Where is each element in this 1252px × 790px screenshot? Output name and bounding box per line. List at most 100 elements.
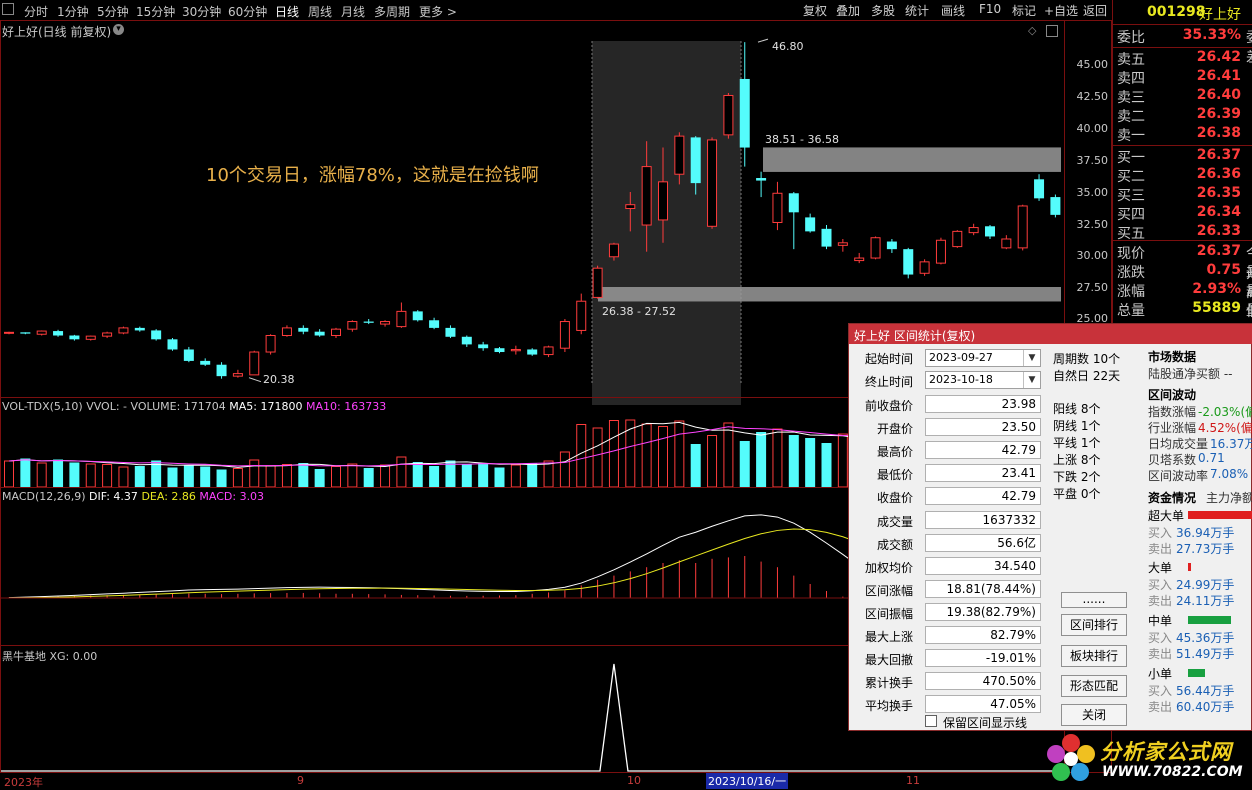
window-toggle-icon[interactable]	[1046, 25, 1058, 37]
cursor-date-label: 2023/10/16/一	[706, 773, 789, 789]
fund-sell-value: 24.11万手	[1176, 594, 1235, 608]
stat-field-label: 开盘价	[876, 422, 913, 437]
period-tab-weekly[interactable]: 周线	[308, 3, 332, 20]
upper-gap-label: 38.51 - 36.58	[765, 133, 839, 146]
order-ratio-label: 委比	[1117, 30, 1145, 46]
chart-title: 好上好(日线 前复权)	[2, 25, 112, 39]
vvol-value: VVOL: -	[86, 400, 128, 413]
chart-menu-icon[interactable]: ▾	[113, 24, 124, 35]
period-tab-30min[interactable]: 30分钟	[182, 3, 221, 20]
keep-range-checkbox[interactable]	[925, 715, 937, 727]
start-time-label: 起始时间	[864, 352, 913, 366]
volatility-title: 区间波动	[1148, 388, 1197, 402]
mark-button[interactable]: 标记	[1012, 2, 1036, 19]
stat-field-value[interactable]: 18.81(78.44%)	[925, 579, 1041, 598]
period-tab-multi[interactable]: 多周期	[374, 3, 410, 20]
divider	[1113, 47, 1252, 48]
y-tick: 35.00	[1076, 186, 1109, 199]
sector-rank-button[interactable]: 板块排行	[1061, 645, 1127, 667]
fund-buy-label: 买入	[1148, 631, 1173, 645]
stat-field-value[interactable]: 23.41	[925, 464, 1041, 483]
stat-row: 涨幅2.93%最低	[1113, 281, 1252, 320]
stat-field-value[interactable]: 23.50	[925, 418, 1041, 437]
overlay-button[interactable]: 叠加	[836, 2, 860, 19]
stat-field-value[interactable]: 42.79	[925, 487, 1041, 506]
y-tick: 40.00	[1076, 122, 1109, 135]
stat-field-value[interactable]: 82.79%	[925, 626, 1041, 644]
watermark: 分析家公式网 WWW.70822.COM	[1046, 732, 1252, 788]
fund-buy-label: 买入	[1148, 526, 1173, 540]
fund-sell-label: 卖出	[1148, 594, 1173, 608]
stat-value: 0.75	[1206, 262, 1241, 278]
expand-icon[interactable]	[2, 3, 14, 15]
stat-field-value[interactable]: 19.38(82.79%)	[925, 602, 1041, 621]
period-tab-15min[interactable]: 15分钟	[136, 3, 175, 20]
stat-field-value[interactable]: 56.6亿	[925, 533, 1041, 552]
volatility-value: 0.71	[1198, 451, 1225, 465]
bid-row: 买五 26.33	[1113, 223, 1252, 242]
range-stats-dialog: 好上好 区间统计(复权) 起始时间 2023-09-27 ▼ 终止时间 2023…	[848, 323, 1252, 731]
xg-legend: 黑牛基地 XG: 0.00	[2, 648, 97, 664]
flower-logo-icon	[1047, 734, 1095, 781]
natural-days: 自然日 22天	[1053, 369, 1121, 383]
volatility-label: 日均成交量	[1148, 437, 1209, 451]
chevron-down-icon[interactable]: ▼	[1023, 350, 1040, 366]
period-tab-more[interactable]: 更多 >	[419, 3, 457, 20]
ask-label: 卖一	[1117, 128, 1145, 144]
add-favorite-button[interactable]: +自选	[1044, 2, 1078, 19]
period-tab-60min[interactable]: 60分钟	[228, 3, 267, 20]
volatility-value: 4.52%(偏	[1198, 421, 1252, 435]
fund-buy-value: 36.94万手	[1176, 526, 1235, 540]
period-tab-daily[interactable]: 日线	[275, 3, 299, 20]
candle-count: 平盘 0个	[1053, 487, 1101, 501]
macd-value: MACD: 3.03	[199, 490, 265, 503]
back-button[interactable]: 返回	[1083, 2, 1107, 19]
bid-label: 买三	[1117, 188, 1145, 204]
fund-bar	[1188, 563, 1191, 571]
stat-field-value[interactable]: 34.540	[925, 556, 1041, 575]
range-rank-button[interactable]: 区间排行	[1061, 614, 1127, 636]
date-label: 10	[627, 774, 641, 787]
stat-field-value[interactable]: 42.79	[925, 441, 1041, 460]
end-time-select[interactable]: 2023-10-18 ▼	[925, 371, 1041, 389]
pattern-match-button[interactable]: 形态匹配	[1061, 675, 1127, 697]
end-time-label: 终止时间	[864, 375, 913, 389]
ask-row: 卖四 26.41	[1113, 68, 1252, 87]
fund-buy-value: 56.44万手	[1176, 684, 1235, 698]
candle-count: 阴线 1个	[1053, 419, 1101, 433]
stat-field-label: 成交额	[876, 537, 913, 552]
stat-field-label: 成交量	[876, 514, 913, 529]
stat-field-value[interactable]: -19.01%	[925, 649, 1041, 668]
stat-field-value[interactable]: 1637332	[925, 510, 1041, 529]
diamond-icon[interactable]: ◇	[1028, 24, 1036, 37]
close-button[interactable]: 关闭	[1061, 704, 1127, 726]
period-tab-5min[interactable]: 5分钟	[97, 3, 129, 20]
y-tick: 42.50	[1076, 90, 1109, 103]
stat-field-value[interactable]: 23.98	[925, 395, 1041, 413]
bid-price: 26.37	[1196, 147, 1241, 163]
dialog-title-bar[interactable]: 好上好 区间统计(复权)	[849, 324, 1252, 344]
volume-legend: VOL-TDX(5,10) VVOL: - VOLUME: 171704 MA5…	[2, 400, 386, 413]
more-button[interactable]: ......	[1061, 592, 1127, 608]
order-ratio-value: 35.33%	[1182, 27, 1241, 43]
fund-sell-label: 卖出	[1148, 700, 1173, 714]
bid-row: 买一 26.37	[1113, 147, 1252, 166]
stat-field-value[interactable]: 470.50%	[925, 672, 1041, 691]
stat-field-label: 区间振幅	[864, 606, 913, 621]
volatility-value: -2.03%(偏	[1198, 405, 1252, 419]
period-tab-fenshi[interactable]: 分时	[24, 3, 48, 20]
volatility-label: 贝塔系数	[1148, 453, 1197, 467]
period-tab-monthly[interactable]: 月线	[341, 3, 365, 20]
fund-sell-label: 卖出	[1148, 542, 1173, 556]
period-tab-1min[interactable]: 1分钟	[57, 3, 89, 20]
stat-field-value[interactable]: 47.05%	[925, 695, 1041, 714]
chevron-down-icon[interactable]: ▼	[1023, 372, 1040, 388]
f10-button[interactable]: F10	[979, 2, 1001, 16]
bid-row: 买四 26.34	[1113, 204, 1252, 223]
stats-button[interactable]: 统计	[905, 2, 929, 19]
stock-name: 好上好	[1199, 7, 1241, 23]
restore-right-button[interactable]: 复权	[803, 2, 827, 19]
multi-stock-button[interactable]: 多股	[871, 2, 895, 19]
start-time-select[interactable]: 2023-09-27 ▼	[925, 349, 1041, 367]
draw-line-button[interactable]: 画线	[941, 2, 965, 19]
